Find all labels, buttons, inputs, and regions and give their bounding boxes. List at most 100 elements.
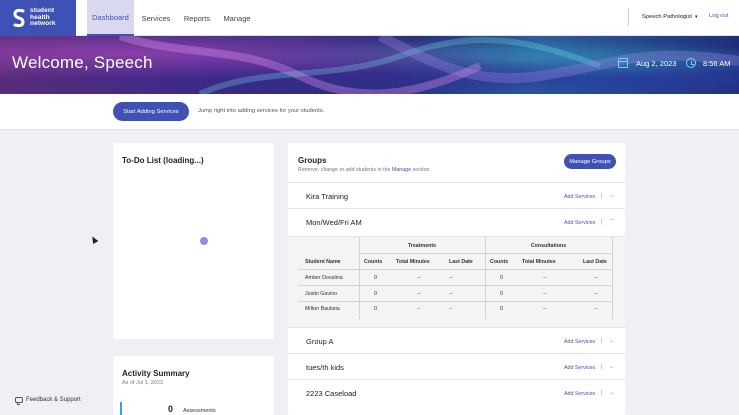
table-divider [485,237,486,319]
group-name: Group A [306,337,334,346]
group-row[interactable]: 2223 Caseload Add Services | ⌄ [288,379,625,405]
tab-reports[interactable]: Reports [180,0,214,36]
chevron-up-icon[interactable]: ⌃ [609,218,614,225]
role-label: Speech Pathologist [642,14,692,20]
mouse-cursor-icon [89,234,99,245]
logo-line: network [30,20,56,28]
add-services-link[interactable]: Add Services [564,391,595,397]
chevron-down-icon[interactable]: ⌄ [609,337,614,344]
group-name: 2223 Caseload [306,389,357,398]
table-cell: 0 [500,306,503,312]
groups-subtitle: Remove, change or add students in the Ma… [298,167,431,173]
welcome-title: Welcome, Speech [12,53,153,72]
table-cell: -- [543,291,547,297]
student-name: Milton Bautista [305,306,340,312]
table-cell: 0 [500,291,503,297]
students-table: Treatments Consultations Student Name Co… [298,237,613,319]
role-selector[interactable]: Speech Pathologist ▾ [628,8,697,26]
calendar-icon [618,58,628,68]
groups-subtitle-text-end: section. [411,167,431,173]
group-name: Kira Training [306,192,349,201]
student-name: Justin Gavino [305,291,338,297]
column-header: Counts [490,259,509,265]
column-header: Last Date [449,259,473,265]
feedback-support-link[interactable]: Feedback & Support [15,397,81,405]
manage-link[interactable]: Manage [392,167,411,173]
tab-manage[interactable]: Manage [221,0,253,36]
top-nav: student health network Dashboard Service… [0,0,739,36]
student-name: Amber Dovalina [305,275,343,281]
divider: | [601,338,603,344]
start-adding-services-button[interactable]: Start Adding Services [113,102,189,121]
add-services-link[interactable]: Add Services [564,194,595,200]
chevron-down-icon[interactable]: ⌄ [609,192,614,199]
activity-summary-card: Activity Summary As of Jul 1, 2023 0 Ass… [113,356,274,415]
table-cell: -- [543,275,547,281]
consultations-header: Consultations [530,243,567,249]
table-cell: -- [449,291,453,297]
table-divider [298,301,613,302]
time-text: 8:56 AM [703,58,731,68]
action-strip: Start Adding Services Jump right into ad… [0,94,739,130]
table-cell: 0 [374,306,377,312]
table-cell: 0 [374,275,377,281]
start-hint: Jump right into adding services for your… [198,108,325,114]
table-cell: -- [543,306,547,312]
welcome-banner: Welcome, Speech Aug 2, 2023 8:56 AM [0,36,739,94]
chevron-down-icon[interactable]: ⌄ [609,389,614,396]
group-row[interactable]: Mon/Wed/Fri AM Add Services | ⌃ [288,208,625,234]
groups-title: Groups [298,156,327,165]
group-name: tues/th kids [306,363,344,372]
table-divider [359,253,612,254]
add-services-link[interactable]: Add Services [564,220,595,226]
group-name: Mon/Wed/Fri AM [306,218,362,227]
divider: | [601,364,603,370]
clock-icon [686,58,696,68]
feedback-label: Feedback & Support [26,397,81,403]
table-cell: -- [417,306,421,312]
group-table-panel: Treatments Consultations Student Name Co… [288,236,625,327]
table-divider [612,237,613,319]
column-header: Total Minutes [522,259,556,265]
caret-down-icon: ▾ [694,14,698,20]
activity-title: Activity Summary [122,369,190,378]
add-services-link[interactable]: Add Services [564,365,595,371]
brand-logo[interactable]: student health network [0,0,76,36]
group-row[interactable]: Group A Add Services | ⌄ [288,327,625,353]
todo-title: To-Do List (loading...) [122,156,204,165]
logo-mark-icon [12,8,26,28]
divider: | [601,219,603,225]
table-cell: -- [594,291,598,297]
add-services-link[interactable]: Add Services [564,339,595,345]
groups-subtitle-text: Remove, change or add students in the [298,167,392,173]
group-row[interactable]: tues/th kids Add Services | ⌄ [288,353,625,379]
loading-spinner-icon [200,237,208,245]
date-text: Aug 2, 2023 [636,58,677,68]
chat-bubble-icon [15,397,23,405]
table-divider [359,237,360,319]
column-header: Student Name [305,259,341,265]
chevron-down-icon[interactable]: ⌄ [609,363,614,370]
logout-link[interactable]: Log out [709,13,728,19]
divider: | [601,193,603,199]
table-cell: 0 [374,291,377,297]
treatments-header: Treatments [407,243,437,249]
table-divider [298,285,613,286]
table-cell: -- [449,275,453,281]
table-cell: 0 [500,275,503,281]
table-cell: -- [449,306,453,312]
assessments-count: 0 [168,404,174,414]
column-header: Last Date [583,259,607,265]
manage-groups-button[interactable]: Manage Groups [564,154,616,169]
activity-subtitle: As of Jul 1, 2023 [122,380,163,386]
table-cell: -- [594,275,598,281]
logo-text: student health network [30,8,56,28]
activity-accent-bar [120,402,122,415]
banner-date: Aug 2, 2023 [618,58,676,68]
divider: | [601,390,603,396]
tab-services[interactable]: Services [138,0,174,36]
table-cell: -- [417,291,421,297]
tab-dashboard[interactable]: Dashboard [87,0,134,36]
table-divider [298,269,613,270]
group-row[interactable]: Kira Training Add Services | ⌄ [288,182,625,208]
